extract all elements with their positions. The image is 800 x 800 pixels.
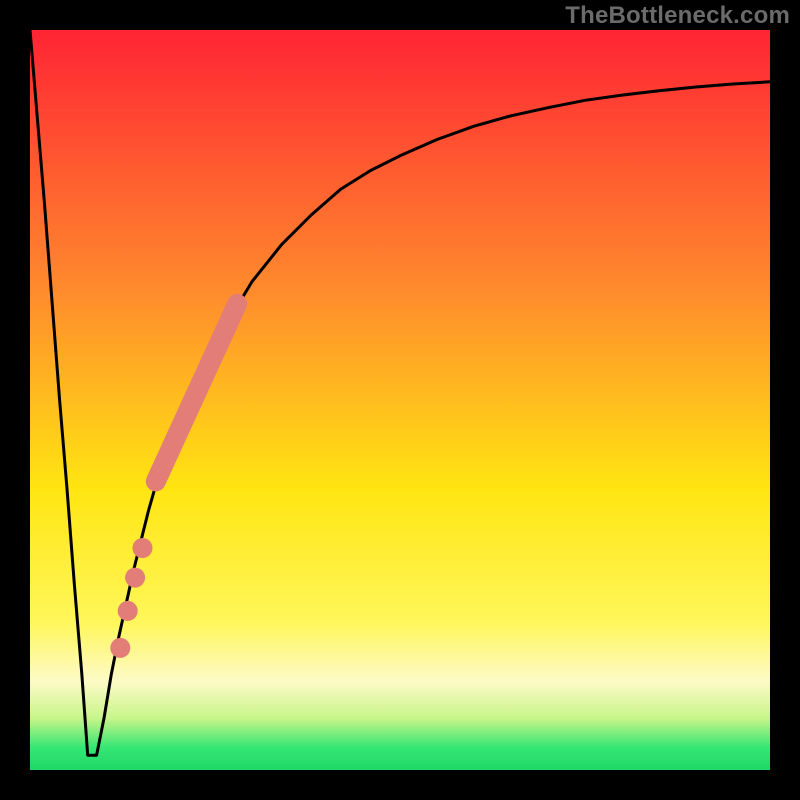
frame-right	[770, 0, 800, 800]
overlay-dot	[125, 568, 145, 588]
overlay-dot	[118, 601, 138, 621]
frame-left	[0, 0, 30, 800]
plot-background	[30, 30, 770, 770]
overlay-dot	[133, 538, 153, 558]
chart-container: TheBottleneck.com	[0, 0, 800, 800]
frame-top	[0, 0, 800, 30]
bottleneck-chart	[0, 0, 800, 800]
frame-bottom	[0, 770, 800, 800]
overlay-dot	[110, 638, 130, 658]
